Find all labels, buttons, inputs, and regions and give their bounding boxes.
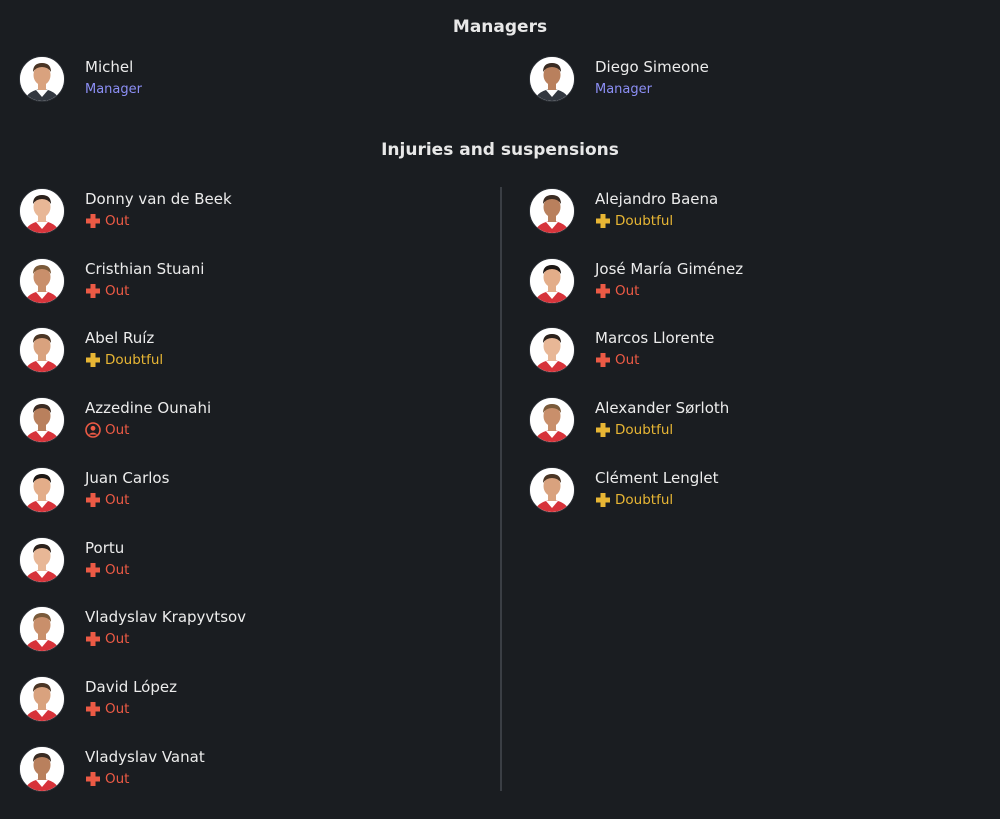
status-label: Out xyxy=(615,352,640,369)
status-label: Out xyxy=(105,422,130,439)
status-label: Out xyxy=(615,282,640,299)
player-row[interactable]: Azzedine Ounahi Out xyxy=(19,397,459,447)
status-label: Out xyxy=(105,770,130,787)
injury-cross-icon xyxy=(595,352,615,368)
manager-avatar xyxy=(19,56,65,102)
status-label: Doubtful xyxy=(615,422,674,439)
status-label: Out xyxy=(105,491,130,508)
injury-cross-icon xyxy=(85,492,105,508)
player-avatar xyxy=(19,675,65,722)
injury-cross-icon xyxy=(85,562,105,578)
player-row[interactable]: Vladyslav Krapyvtsov Out xyxy=(19,606,459,656)
injuries-title: Injuries and suspensions xyxy=(381,140,619,160)
injury-cross-icon xyxy=(85,352,105,368)
player-row[interactable]: Alejandro Baena Doubtful xyxy=(529,188,969,238)
injury-cross-icon xyxy=(595,283,615,299)
status-label: Out xyxy=(105,282,130,299)
player-avatar xyxy=(529,188,575,234)
player-name: José María Giménez xyxy=(595,259,744,278)
injury-cross-icon xyxy=(85,283,105,299)
status-label: Doubtful xyxy=(105,352,164,369)
manager-name: Diego Simeone xyxy=(595,58,709,76)
player-row[interactable]: Juan Carlos Out xyxy=(19,466,459,517)
injury-cross-icon xyxy=(595,422,615,438)
status-label: Out xyxy=(105,700,130,717)
player-row[interactable]: Clément Lenglet Doubtful xyxy=(529,466,969,517)
injury-cross-icon xyxy=(85,631,105,647)
manager-card[interactable]: Diego Simeone Manager xyxy=(529,56,969,106)
player-avatar xyxy=(19,257,65,304)
injury-cross-icon xyxy=(595,213,615,229)
status-label: Doubtful xyxy=(615,491,674,508)
player-name: Portu xyxy=(85,538,125,557)
player-status: Out xyxy=(85,422,129,438)
status-label: Out xyxy=(105,631,130,648)
player-status: Out xyxy=(85,631,129,647)
player-avatar xyxy=(19,466,65,513)
status-label: Out xyxy=(105,561,130,578)
player-avatar xyxy=(19,536,65,583)
player-name: Azzedine Ounahi xyxy=(85,399,212,418)
injury-cross-icon xyxy=(595,492,615,508)
player-name: Juan Carlos xyxy=(85,468,170,487)
player-avatar xyxy=(19,745,65,792)
player-status: Out xyxy=(85,213,129,229)
player-avatar xyxy=(19,188,65,234)
player-name: Alexander Sørloth xyxy=(595,399,730,418)
injury-cross-icon xyxy=(85,771,105,787)
player-row[interactable]: Cristhian Stuani Out xyxy=(19,257,459,308)
manager-role: Manager xyxy=(595,82,652,97)
player-status: Doubtful xyxy=(85,352,163,368)
player-row[interactable]: Marcos Llorente Out xyxy=(529,327,969,377)
status-label: Doubtful xyxy=(615,213,674,229)
injury-cross-icon xyxy=(85,701,105,717)
player-name: Vladyslav Krapyvtsov xyxy=(85,608,247,627)
player-avatar xyxy=(529,327,575,374)
player-name: David López xyxy=(85,677,177,696)
player-name: Marcos Llorente xyxy=(595,329,715,348)
player-row[interactable]: Alexander Sørloth Doubtful xyxy=(529,397,969,447)
player-name: Vladyslav Vanat xyxy=(85,747,205,766)
player-avatar xyxy=(19,327,65,374)
player-status: Doubtful xyxy=(595,213,673,229)
player-status: Out xyxy=(85,701,129,717)
player-avatar xyxy=(529,466,575,513)
injury-cross-icon xyxy=(85,213,105,229)
player-status: Out xyxy=(85,771,129,787)
player-status: Out xyxy=(85,492,129,508)
player-row[interactable]: David López Out xyxy=(19,675,459,726)
player-name: Donny van de Beek xyxy=(85,190,232,208)
manager-avatar xyxy=(529,56,575,102)
player-avatar xyxy=(529,257,575,304)
player-status: Doubtful xyxy=(595,422,673,438)
player-avatar xyxy=(529,397,575,444)
player-status: Doubtful xyxy=(595,492,673,508)
player-row[interactable]: Abel Ruíz Doubtful xyxy=(19,327,459,377)
status-label: Out xyxy=(105,213,130,229)
player-avatar xyxy=(19,397,65,444)
manager-role: Manager xyxy=(85,82,142,97)
player-status: Out xyxy=(595,352,639,368)
manager-card[interactable]: Michel Manager xyxy=(19,56,459,106)
lineups-panel: Managers Michel Manager Diego Simeone Ma… xyxy=(0,0,1000,819)
player-row[interactable]: Donny van de Beek Out xyxy=(19,188,459,238)
player-row[interactable]: José María Giménez Out xyxy=(529,257,969,308)
player-avatar xyxy=(19,606,65,653)
managers-title: Managers xyxy=(452,17,548,37)
player-name: Abel Ruíz xyxy=(85,329,155,348)
column-divider xyxy=(500,187,502,791)
player-row[interactable]: Portu Out xyxy=(19,536,459,587)
player-status: Out xyxy=(85,283,129,299)
player-status: Out xyxy=(85,562,129,578)
person-absent-icon xyxy=(85,422,105,438)
player-row[interactable]: Vladyslav Vanat Out xyxy=(19,745,459,796)
player-name: Clément Lenglet xyxy=(595,468,719,487)
player-status: Out xyxy=(595,283,639,299)
manager-name: Michel xyxy=(85,58,134,76)
player-name: Alejandro Baena xyxy=(595,190,719,208)
player-name: Cristhian Stuani xyxy=(85,259,205,278)
